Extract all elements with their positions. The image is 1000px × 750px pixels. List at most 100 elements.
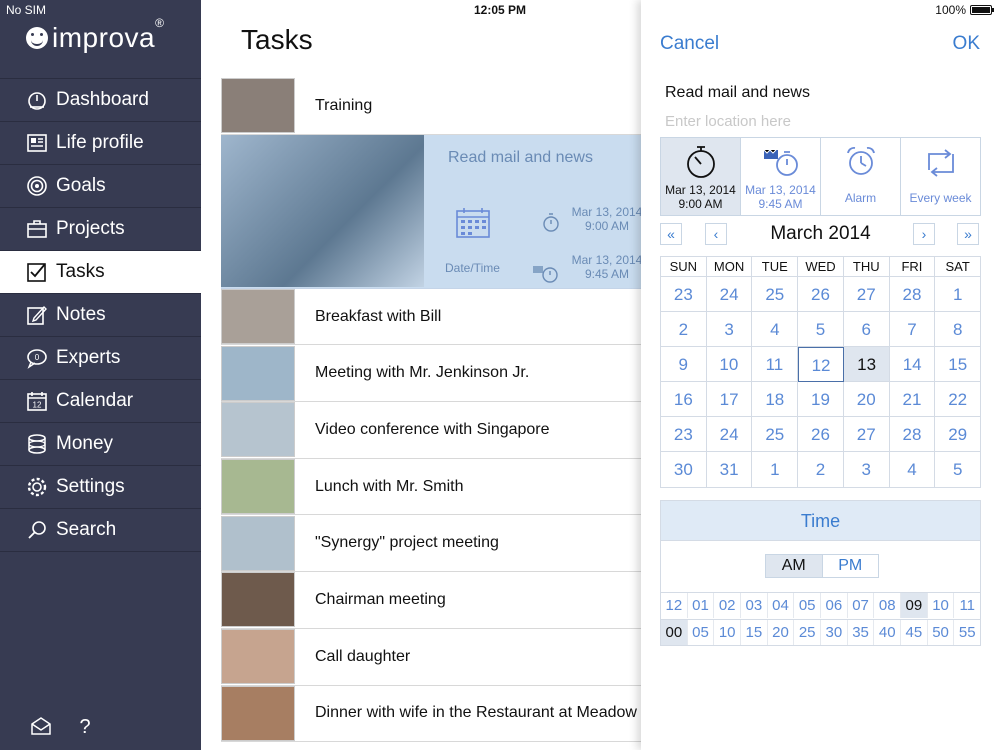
calendar-day[interactable]: 23 [661,277,707,312]
first-month-button[interactable]: « [660,223,682,245]
calendar-day[interactable]: 2 [661,312,707,347]
calendar-day[interactable]: 5 [798,312,844,347]
sidebar-item-notes[interactable]: Notes [0,294,201,337]
hour-cell[interactable]: 12 [661,593,688,618]
last-month-button[interactable]: » [957,223,979,245]
calendar-day[interactable]: 25 [752,417,799,452]
list-item[interactable]: Dinner with wife in the Restaurant at Me… [221,685,641,743]
sidebar-item-experts[interactable]: 0 Experts [0,337,201,380]
calendar-day[interactable]: 21 [889,382,936,417]
hour-cell[interactable]: 03 [741,593,768,618]
calendar-day[interactable]: 27 [843,277,890,312]
calendar-day[interactable]: 14 [889,347,936,382]
sidebar-item-goals[interactable]: Goals [0,165,201,208]
start-time-option[interactable]: Mar 13, 2014 9:00 AM [661,138,741,215]
expanded-task[interactable]: Read mail and news Date/Time Mar 13, 201… [221,134,642,289]
calendar-day-selected[interactable]: 13 [844,347,890,382]
calendar-day[interactable]: 4 [890,452,936,487]
hour-cell[interactable]: 06 [821,593,848,618]
calendar-day[interactable]: 27 [843,417,890,452]
end-time-option[interactable]: Mar 13, 2014 9:45 AM [741,138,821,215]
hour-cell-selected[interactable]: 09 [901,593,928,618]
hour-cell[interactable]: 04 [768,593,795,618]
hour-cell[interactable]: 01 [688,593,715,618]
calendar-day[interactable]: 30 [661,452,707,487]
sidebar-item-tasks[interactable]: Tasks [0,251,201,294]
minute-cell[interactable]: 50 [928,620,955,645]
calendar-day[interactable]: 9 [661,347,707,382]
calendar-day[interactable]: 4 [752,312,799,347]
list-item[interactable]: Chairman meeting [221,572,641,629]
minute-cell-selected[interactable]: 00 [661,620,688,645]
calendar-day[interactable]: 6 [843,312,890,347]
calendar-day[interactable]: 23 [661,417,707,452]
calendar-day[interactable]: 24 [706,417,753,452]
task-subject[interactable]: Read mail and news [665,84,810,102]
calendar-day[interactable]: 8 [935,312,981,347]
list-item[interactable]: "Synergy" project meeting [221,515,641,573]
hour-cell[interactable]: 08 [874,593,902,618]
repeat-option[interactable]: Every week [901,138,980,215]
calendar-day[interactable]: 11 [752,347,798,382]
calendar-day[interactable]: 10 [706,347,753,382]
prev-month-button[interactable]: ‹ [705,223,727,245]
cancel-button[interactable]: Cancel [660,33,719,55]
calendar-day[interactable]: 3 [706,312,753,347]
calendar-day[interactable]: 18 [752,382,799,417]
calendar-day[interactable]: 5 [935,452,980,487]
pm-button[interactable]: PM [823,555,879,577]
hour-cell[interactable]: 10 [928,593,955,618]
calendar-day[interactable]: 1 [935,277,981,312]
calendar-day[interactable]: 22 [935,382,981,417]
location-input[interactable] [665,113,965,130]
calendar-day[interactable]: 16 [661,382,707,417]
calendar-day[interactable]: 15 [935,347,981,382]
list-item[interactable]: Training [221,78,641,135]
calendar-day[interactable]: 26 [798,277,844,312]
sidebar-item-settings[interactable]: Settings [0,466,201,509]
calendar-day[interactable]: 1 [752,452,799,487]
hour-cell[interactable]: 02 [714,593,742,618]
minute-cell[interactable]: 20 [768,620,795,645]
alarm-option[interactable]: Alarm [821,138,901,215]
list-item[interactable]: Meeting with Mr. Jenkinson Jr. [221,345,641,403]
calendar-grid-icon[interactable] [455,207,491,244]
calendar-day[interactable]: 25 [752,277,799,312]
calendar-day[interactable]: 2 [798,452,844,487]
calendar-day[interactable]: 7 [889,312,936,347]
sidebar-item-money[interactable]: Money [0,423,201,466]
calendar-day[interactable]: 29 [935,417,981,452]
calendar-day[interactable]: 28 [889,277,936,312]
help-icon[interactable]: ? [74,715,96,742]
minute-cell[interactable]: 10 [714,620,742,645]
calendar-day[interactable]: 3 [844,452,890,487]
calendar-day[interactable]: 19 [798,382,844,417]
calendar-day-today[interactable]: 12 [797,347,845,382]
minute-cell[interactable]: 35 [848,620,875,645]
sidebar-item-dashboard[interactable]: Dashboard [0,79,201,122]
hour-cell[interactable]: 11 [954,593,980,618]
list-item[interactable]: Call daughter [221,629,641,686]
minute-cell[interactable]: 40 [874,620,902,645]
calendar-day[interactable]: 26 [798,417,844,452]
ok-button[interactable]: OK [953,33,980,55]
minute-cell[interactable]: 55 [954,620,980,645]
calendar-day[interactable]: 24 [706,277,753,312]
sidebar-item-projects[interactable]: Projects [0,208,201,251]
sidebar-item-calendar[interactable]: 12 Calendar [0,380,201,423]
minute-cell[interactable]: 45 [901,620,928,645]
hour-cell[interactable]: 05 [794,593,822,618]
list-item[interactable]: Lunch with Mr. Smith [221,459,641,516]
list-item[interactable]: Breakfast with Bill [221,289,641,346]
calendar-day[interactable]: 20 [843,382,890,417]
next-month-button[interactable]: › [913,223,935,245]
hour-cell[interactable]: 07 [848,593,875,618]
minute-cell[interactable]: 15 [741,620,768,645]
sidebar-item-life-profile[interactable]: Life profile [0,122,201,165]
mail-icon[interactable] [30,715,52,742]
list-item[interactable]: Video conference with Singapore [221,402,641,459]
minute-cell[interactable]: 05 [688,620,715,645]
sidebar-item-search[interactable]: Search [0,509,201,552]
minute-cell[interactable]: 25 [794,620,822,645]
calendar-day[interactable]: 17 [706,382,753,417]
